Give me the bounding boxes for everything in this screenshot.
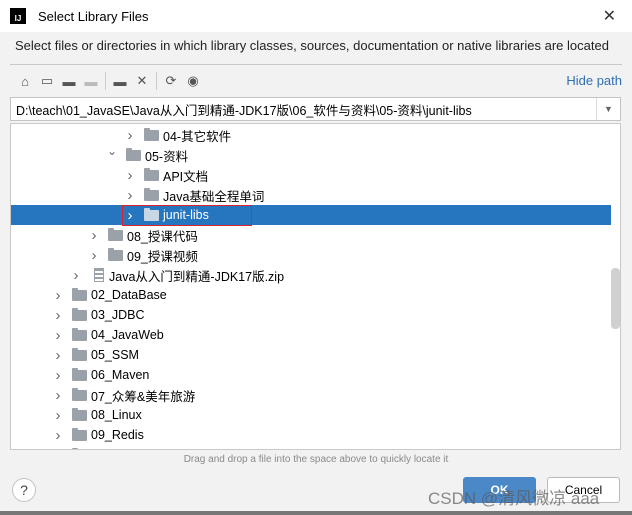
chevron-right-icon[interactable]: ›: [53, 327, 63, 344]
delete-icon[interactable]: ✕: [131, 71, 153, 91]
tree-item-label: 04_JavaWeb: [91, 328, 164, 342]
chevron-right-icon[interactable]: ›: [71, 267, 81, 284]
chevron-right-icon[interactable]: ›: [53, 287, 63, 304]
folder-icon: [72, 387, 87, 401]
tree-item-label: Java从入门到精通-JDK17版.zip: [109, 269, 285, 284]
tree-item-label: 08_授课代码: [127, 229, 198, 244]
tree-item[interactable]: › 08_授课代码: [11, 225, 611, 245]
tree-item[interactable]: › API文档: [11, 165, 611, 185]
tree-item[interactable]: › 04_JavaWeb: [11, 325, 611, 345]
help-button[interactable]: ?: [12, 478, 36, 502]
tree-item[interactable]: › 08_Linux: [11, 405, 611, 425]
tree-item-label: 05_SSM: [91, 348, 139, 362]
chevron-right-icon[interactable]: ›: [53, 367, 63, 384]
tree-item-label: 05-资料: [145, 149, 189, 164]
chevron-right-icon[interactable]: ›: [53, 307, 63, 324]
chevron-right-icon[interactable]: ›: [53, 387, 63, 404]
chevron-right-icon[interactable]: ›: [125, 187, 135, 204]
tree-item-label: 03_JDBC: [91, 308, 145, 322]
tree-item-label: 06_Maven: [91, 368, 150, 382]
project-folder-icon[interactable]: ▬: [58, 71, 80, 91]
dialog-title: Select Library Files: [38, 8, 149, 24]
tree-item[interactable]: › 07_众筹&美年旅游: [11, 385, 611, 405]
path-input[interactable]: D:\teach\01_JavaSE\Java从入门到精通-JDK17版\06_…: [11, 100, 596, 119]
folder-icon: [72, 347, 87, 361]
tree-item[interactable]: › 04-其它软件: [11, 125, 611, 145]
toolbar-separator: [156, 72, 157, 90]
folder-icon: [72, 447, 78, 449]
folder-icon: [126, 147, 141, 161]
file-tree[interactable]: › 10_Git&GitHub&SVN › 09_Redis › 08_Linux › 07_…: [10, 123, 621, 450]
tree-item[interactable]: › 05_SSM: [11, 345, 611, 365]
desktop-icon[interactable]: ▭: [36, 71, 58, 91]
hide-path-link[interactable]: Hide path: [566, 73, 622, 88]
divider: [10, 64, 622, 65]
folder-icon: [72, 427, 87, 441]
tree-item[interactable]: › 06_Maven: [11, 365, 611, 385]
scrollbar-thumb[interactable]: [611, 268, 620, 329]
tree-item[interactable]: › junit-libs: [11, 205, 611, 225]
watermark: CSDN @清风微凉 aaa: [428, 489, 600, 508]
bottom-edge: [0, 511, 632, 515]
tree-item-label: Java基础全程单词: [163, 189, 265, 204]
toolbar: ⌂ ▭ ▬ ▬ ▬ ✕ ⟳ ◉: [14, 70, 204, 92]
tree-item[interactable]: › 09_Redis: [11, 425, 611, 445]
folder-icon: [72, 407, 87, 421]
tree-item[interactable]: › Java从入门到精通-JDK17版.zip: [11, 265, 611, 285]
title-bar: IJ Select Library Files ✕: [0, 0, 632, 32]
drag-drop-hint: Drag and drop a file into the space abov…: [183, 454, 449, 465]
archive-icon: [94, 268, 104, 282]
new-folder-icon[interactable]: ▬: [109, 71, 131, 91]
tree-item[interactable]: › 02_DataBase: [11, 285, 611, 305]
tree-item[interactable]: › 10_Git&GitHub&SVN: [11, 445, 611, 450]
intellij-logo-icon: IJ: [10, 8, 26, 24]
module-folder-icon[interactable]: ▬: [80, 71, 102, 91]
folder-icon: [108, 227, 123, 241]
folder-icon: [144, 127, 159, 141]
folder-icon: [72, 307, 87, 321]
path-combobox[interactable]: D:\teach\01_JavaSE\Java从入门到精通-JDK17版\06_…: [10, 97, 621, 121]
chevron-right-icon[interactable]: ›: [89, 227, 99, 244]
folder-icon: [72, 367, 87, 381]
folder-icon: [72, 287, 87, 301]
tree-item-label: 04-其它软件: [163, 129, 232, 144]
highlight-box: [122, 205, 252, 226]
folder-icon: [144, 167, 159, 181]
tree-item-label: 07_众筹&美年旅游: [91, 389, 196, 404]
tree-item[interactable]: › 03_JDBC: [11, 305, 611, 325]
chevron-right-icon[interactable]: ›: [53, 407, 63, 424]
tree-item[interactable]: › Java基础全程单词: [11, 185, 611, 205]
toolbar-separator: [105, 72, 106, 90]
chevron-right-icon[interactable]: ›: [89, 247, 99, 264]
tree-item-label: API文档: [163, 169, 209, 184]
chevron-right-icon[interactable]: ›: [125, 127, 135, 144]
refresh-icon[interactable]: ⟳: [160, 71, 182, 91]
folder-icon: [144, 187, 159, 201]
dialog-description: Select files or directories in which lib…: [15, 38, 609, 53]
chevron-right-icon[interactable]: ›: [53, 427, 63, 444]
tree-item-label: 02_DataBase: [91, 288, 167, 302]
home-icon[interactable]: ⌂: [14, 71, 36, 91]
chevron-right-icon[interactable]: ›: [125, 167, 135, 184]
tree-item-label: 10_Git&GitHub&SVN: [91, 448, 209, 449]
chevron-down-icon[interactable]: ⌄: [107, 144, 117, 158]
show-hidden-icon[interactable]: ◉: [182, 71, 204, 91]
chevron-down-icon[interactable]: ▼: [596, 98, 620, 120]
folder-icon: [108, 247, 123, 261]
tree-item-label: 08_Linux: [91, 408, 142, 422]
tree-item[interactable]: ⌄ 05-资料: [11, 144, 611, 165]
tree-item-label: 09_Redis: [91, 428, 144, 442]
tree-item[interactable]: › 09_授课视频: [11, 245, 611, 265]
chevron-right-icon[interactable]: ›: [53, 447, 63, 450]
tree-item-label: 09_授课视频: [127, 249, 198, 264]
chevron-right-icon[interactable]: ›: [53, 347, 63, 364]
folder-icon: [72, 327, 87, 341]
close-icon[interactable]: ✕: [603, 6, 616, 26]
